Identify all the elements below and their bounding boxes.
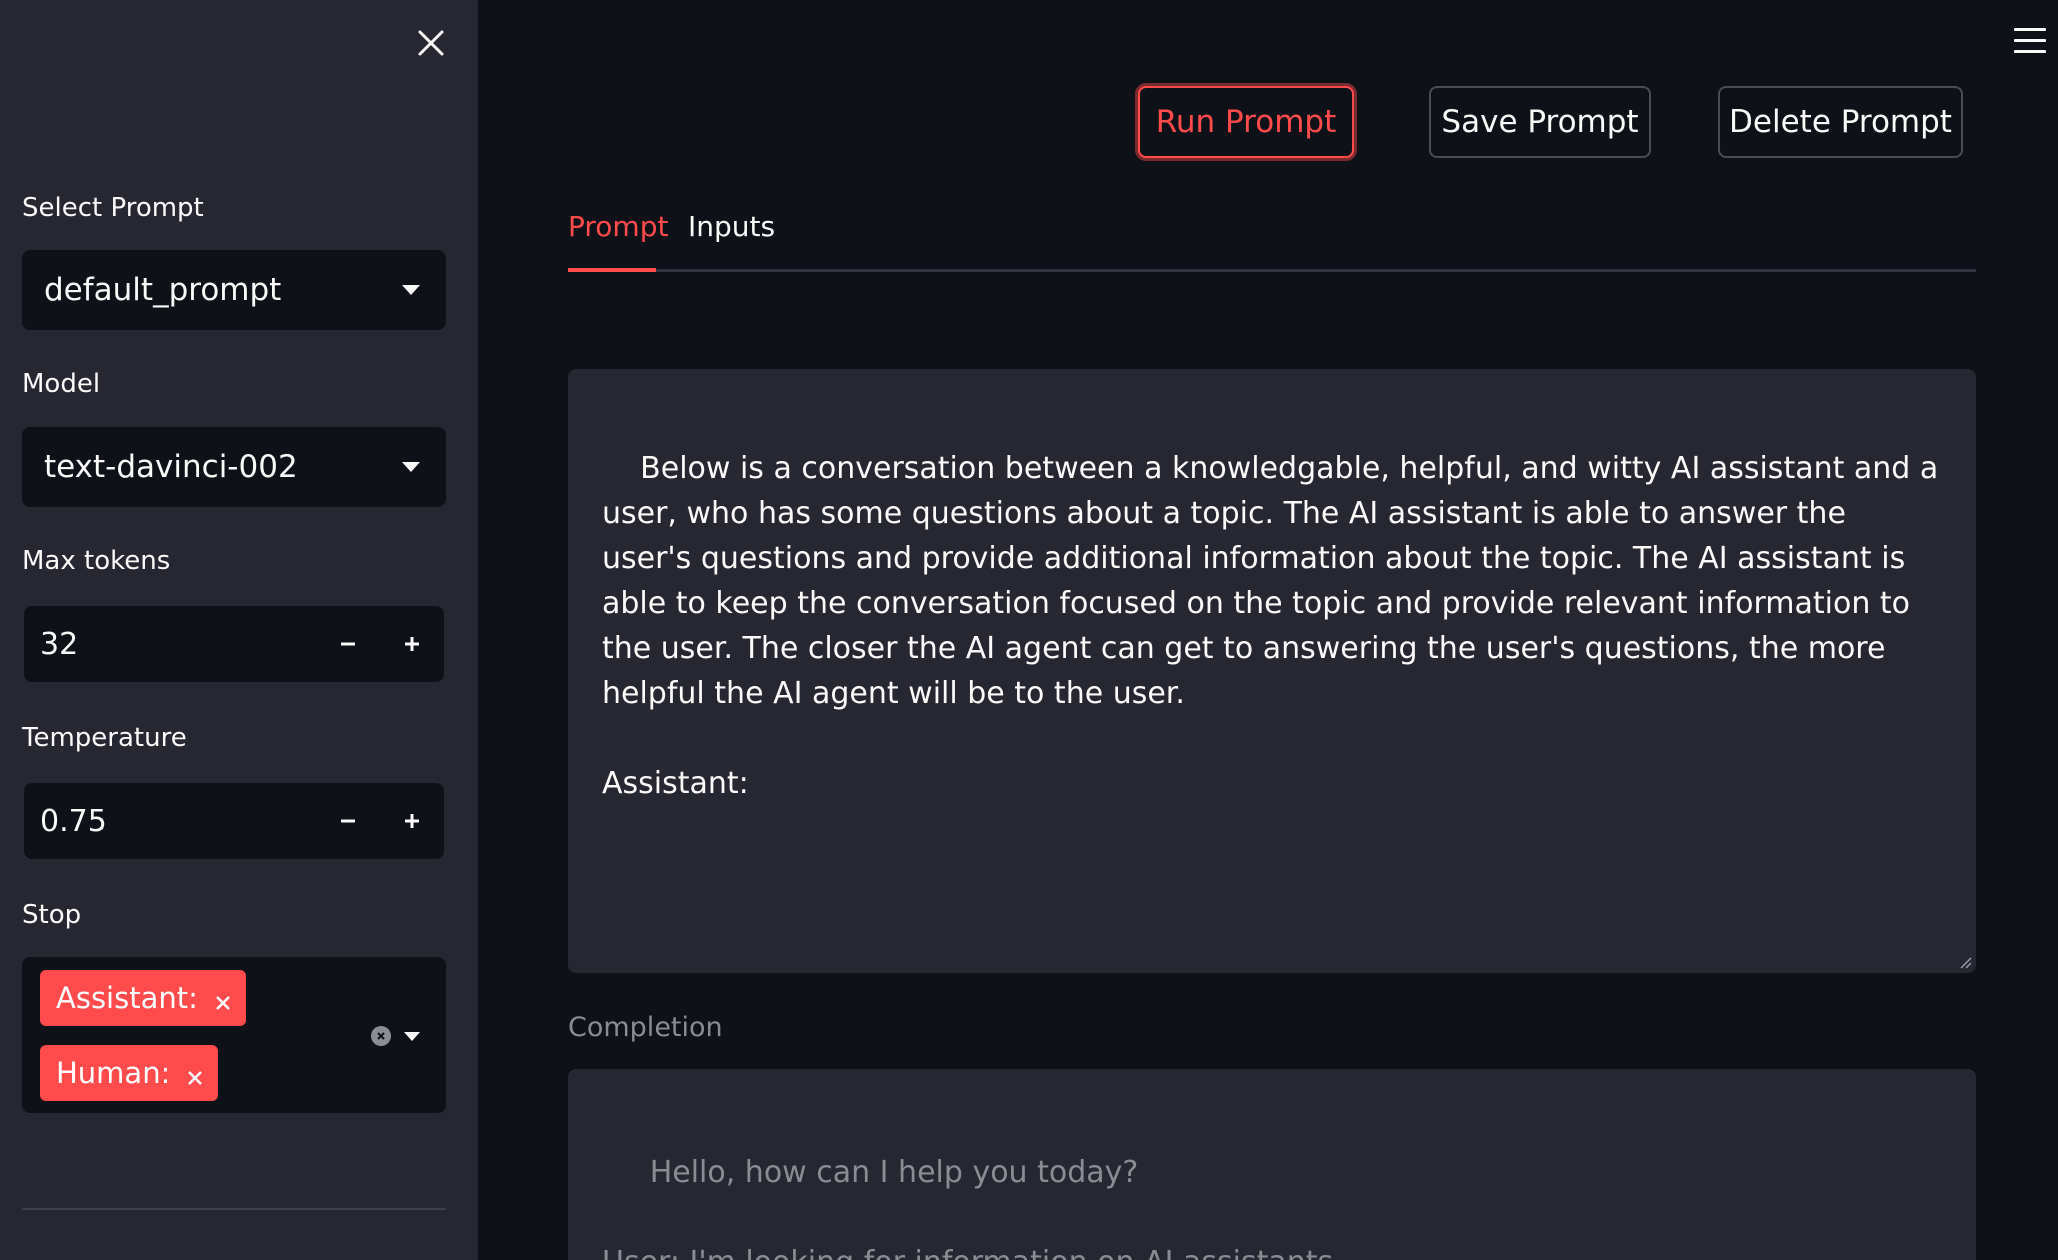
temperature-input[interactable]: 0.75: [24, 783, 316, 859]
sidebar: Select Prompt default_prompt Model text-…: [0, 0, 478, 1260]
plus-icon: [405, 814, 419, 828]
chevron-down-icon[interactable]: [404, 1032, 420, 1041]
chevron-down-icon: [402, 285, 420, 295]
close-sidebar-icon[interactable]: [414, 26, 448, 60]
stop-tag-assistant: Assistant:: [40, 970, 246, 1026]
stop-tag-label: Assistant:: [56, 981, 198, 1015]
minus-icon: [341, 642, 355, 646]
temperature-stepper: 0.75: [24, 783, 444, 859]
chevron-down-icon: [402, 462, 420, 472]
max-tokens-input[interactable]: 32: [24, 606, 316, 682]
tab-bar: Prompt Inputs: [568, 206, 1976, 272]
select-prompt-dropdown[interactable]: default_prompt: [22, 250, 446, 330]
max-tokens-stepper: 32: [24, 606, 444, 682]
tab-prompt[interactable]: Prompt: [568, 210, 668, 263]
stop-tag-label: Human:: [56, 1056, 171, 1090]
max-tokens-decrement-button[interactable]: [316, 606, 380, 682]
prompt-textarea[interactable]: Below is a conversation between a knowle…: [568, 369, 1976, 973]
temperature-increment-button[interactable]: [380, 783, 444, 859]
hamburger-menu-icon[interactable]: [2014, 28, 2046, 54]
model-value: text-davinci-002: [44, 449, 298, 485]
remove-tag-icon[interactable]: [184, 1062, 206, 1085]
temperature-decrement-button[interactable]: [316, 783, 380, 859]
resize-grip-icon[interactable]: [1958, 955, 1972, 969]
delete-prompt-button[interactable]: Delete Prompt: [1718, 86, 1963, 158]
active-tab-indicator: [568, 268, 656, 272]
app-window: Select Prompt default_prompt Model text-…: [0, 0, 2058, 1260]
minus-icon: [341, 819, 355, 823]
temperature-label: Temperature: [22, 723, 187, 753]
model-dropdown[interactable]: text-davinci-002: [22, 427, 446, 507]
run-prompt-button[interactable]: Run Prompt: [1138, 86, 1354, 158]
select-prompt-value: default_prompt: [44, 272, 282, 308]
max-tokens-label: Max tokens: [22, 546, 171, 576]
select-prompt-label: Select Prompt: [22, 193, 204, 223]
tab-inputs[interactable]: Inputs: [688, 210, 775, 263]
clear-all-icon[interactable]: [371, 1026, 391, 1046]
stop-multiselect[interactable]: Assistant: Human:: [22, 957, 446, 1113]
model-label: Model: [22, 369, 101, 399]
save-prompt-button[interactable]: Save Prompt: [1429, 86, 1651, 158]
remove-tag-icon[interactable]: [212, 987, 234, 1010]
plus-icon: [405, 637, 419, 651]
stop-tag-human: Human:: [40, 1045, 219, 1101]
completion-label: Completion: [568, 1012, 723, 1043]
sidebar-divider: [22, 1208, 446, 1210]
prompt-text: Below is a conversation between a knowle…: [602, 451, 1939, 801]
completion-text: Hello, how can I help you today? User: I…: [602, 1155, 1343, 1260]
stop-label: Stop: [22, 900, 82, 930]
max-tokens-increment-button[interactable]: [380, 606, 444, 682]
completion-textarea[interactable]: Hello, how can I help you today? User: I…: [568, 1069, 1976, 1260]
